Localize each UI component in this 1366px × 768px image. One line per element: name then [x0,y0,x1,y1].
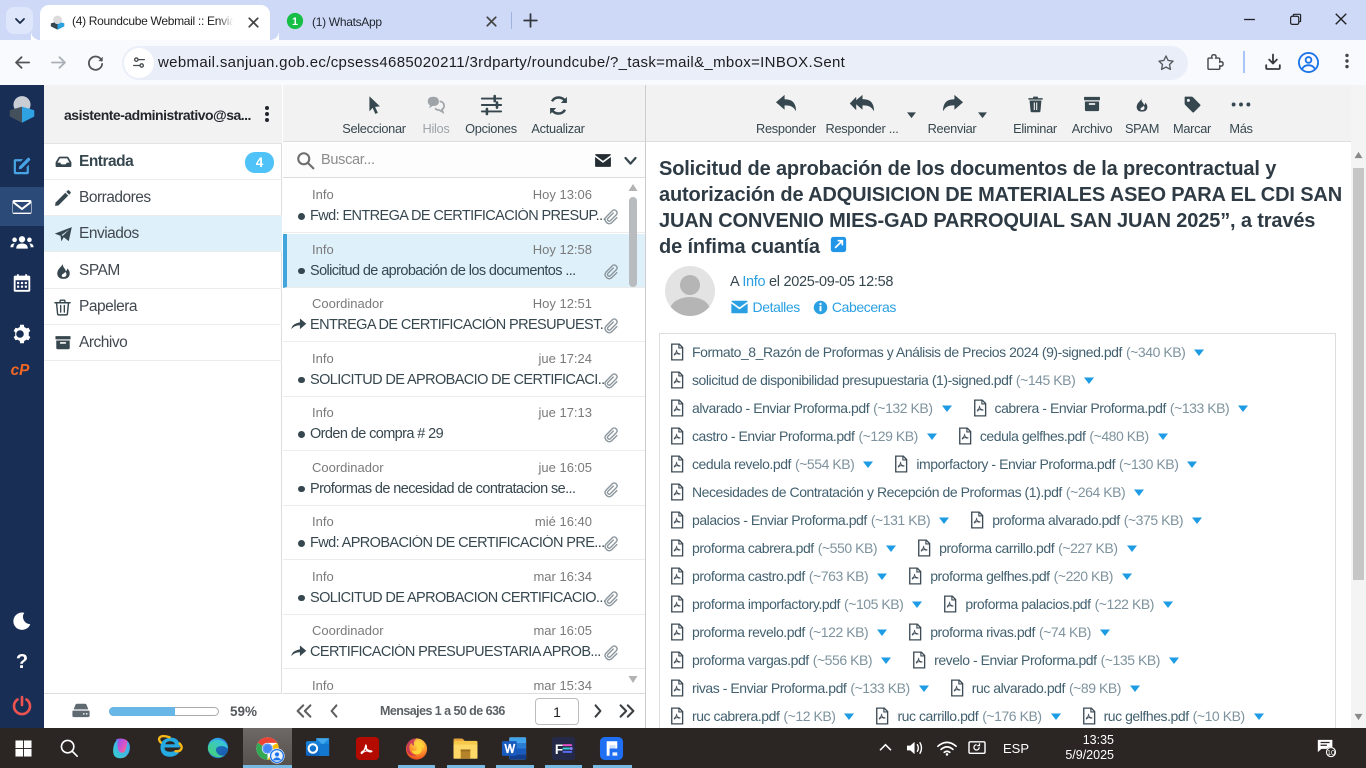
svg-text:F: F [554,741,562,756]
svg-text:1: 1 [292,16,298,28]
svg-text:10: 10 [1327,748,1335,757]
svg-text:cP: cP [10,362,30,378]
